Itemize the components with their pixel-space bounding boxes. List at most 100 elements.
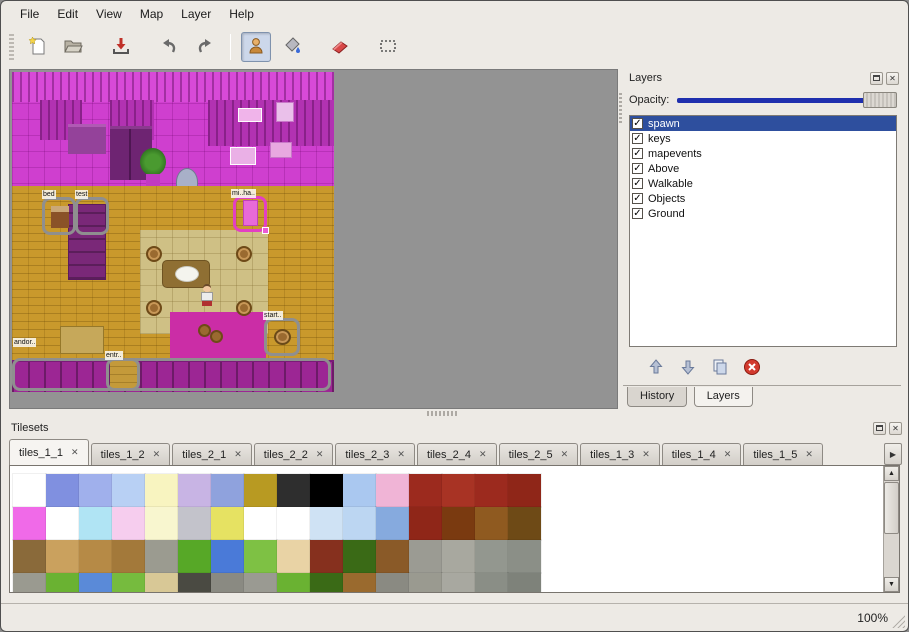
tileset-tile[interactable] [376,507,409,540]
tileset-tile[interactable] [277,474,310,507]
toolbar-grip[interactable] [9,34,14,60]
map-object-andor[interactable] [12,358,331,391]
tileset-tile[interactable] [13,507,46,540]
tab-close-icon[interactable]: ✕ [479,449,487,460]
layer-row-keys[interactable]: ✓keys [630,131,896,146]
tab-close-icon[interactable]: ✕ [153,449,161,460]
layer-visibility-checkbox[interactable]: ✓ [632,133,643,144]
opacity-slider[interactable] [677,92,897,108]
menu-edit[interactable]: Edit [48,4,87,24]
tileset-tile[interactable] [46,507,79,540]
scrollbar-thumb[interactable] [884,482,899,534]
tileset-tile[interactable] [277,573,310,593]
tileset-tile[interactable] [244,540,277,573]
tileset-tile[interactable] [244,474,277,507]
tileset-tile[interactable] [211,540,244,573]
tileset-tile[interactable] [46,474,79,507]
tileset-tile[interactable] [112,573,145,593]
tileset-view[interactable]: ▲ ▼ [9,465,900,593]
tab-close-icon[interactable]: ✕ [642,449,650,460]
scroll-down-button[interactable]: ▼ [884,577,899,592]
tileset-tile[interactable] [475,540,508,573]
tileset-tile[interactable] [508,573,541,593]
fill-tool-button[interactable] [277,32,307,62]
duplicate-layer-button[interactable] [709,357,731,379]
tab-close-icon[interactable]: ✕ [397,449,405,460]
layer-visibility-checkbox[interactable]: ✓ [632,193,643,204]
tileset-tile[interactable] [310,540,343,573]
tileset-tab-tiles_1_3[interactable]: tiles_1_3✕ [580,443,660,465]
tileset-tile[interactable] [79,573,112,593]
tileset-tile[interactable] [244,507,277,540]
tileset-tile[interactable] [409,573,442,593]
float-panel-button[interactable] [873,422,886,435]
layer-row-Objects[interactable]: ✓Objects [630,191,896,206]
tileset-tab-tiles_2_2[interactable]: tiles_2_2✕ [254,443,334,465]
raise-layer-button[interactable] [645,357,667,379]
stamp-tool-button[interactable] [241,32,271,62]
tileset-tile[interactable] [310,474,343,507]
layer-visibility-checkbox[interactable]: ✓ [632,163,643,174]
tileset-tile[interactable] [244,573,277,593]
scroll-up-button[interactable]: ▲ [884,466,899,481]
tileset-tile[interactable] [343,540,376,573]
tileset-tab-tiles_2_1[interactable]: tiles_2_1✕ [172,443,252,465]
tab-close-icon[interactable]: ✕ [561,449,569,460]
tile-grid[interactable] [13,474,541,593]
tab-close-icon[interactable]: ✕ [316,449,324,460]
tileset-tile[interactable] [178,540,211,573]
layers-list[interactable]: ✓spawn✓keys✓mapevents✓Above✓Walkable✓Obj… [629,115,897,347]
tileset-tile[interactable] [409,540,442,573]
new-button[interactable] [22,32,52,62]
tileset-tile[interactable] [343,474,376,507]
tileset-tile[interactable] [79,474,112,507]
tileset-tab-tiles_1_2[interactable]: tiles_1_2✕ [91,443,171,465]
tab-close-icon[interactable]: ✕ [805,449,813,460]
tileset-tile[interactable] [310,573,343,593]
map-object-entr[interactable] [106,358,140,391]
redo-button[interactable] [190,32,220,62]
tileset-tile[interactable] [475,474,508,507]
tileset-tile[interactable] [46,540,79,573]
tileset-tile[interactable] [112,474,145,507]
tab-layers[interactable]: Layers [694,387,753,407]
tileset-tab-tiles_1_5[interactable]: tiles_1_5✕ [743,443,823,465]
layer-row-Above[interactable]: ✓Above [630,161,896,176]
tileset-tile[interactable] [508,474,541,507]
open-button[interactable] [58,32,88,62]
tileset-tile[interactable] [475,573,508,593]
tileset-tile[interactable] [178,507,211,540]
layer-visibility-checkbox[interactable]: ✓ [632,148,643,159]
close-panel-button[interactable]: ✕ [889,422,902,435]
tileset-tile[interactable] [376,540,409,573]
tileset-tile[interactable] [46,573,79,593]
tab-scroll-right-button[interactable]: ▶ [884,443,902,465]
tileset-tile[interactable] [145,540,178,573]
map-object-start[interactable] [264,318,300,356]
tileset-tile[interactable] [442,507,475,540]
tileset-tile[interactable] [310,507,343,540]
tileset-tile[interactable] [343,573,376,593]
tileset-tile[interactable] [112,507,145,540]
select-tool-button[interactable] [373,32,403,62]
delete-layer-button[interactable] [741,357,763,379]
tileset-tab-tiles_2_5[interactable]: tiles_2_5✕ [499,443,579,465]
tileset-tile[interactable] [508,540,541,573]
menu-layer[interactable]: Layer [172,4,220,24]
horizontal-splitter[interactable] [9,409,901,417]
layer-row-mapevents[interactable]: ✓mapevents [630,146,896,161]
tileset-tile[interactable] [376,474,409,507]
tileset-tile[interactable] [277,540,310,573]
tileset-tile[interactable] [13,573,46,593]
layer-row-spawn[interactable]: ✓spawn [630,116,896,131]
tileset-tile[interactable] [409,507,442,540]
tileset-tile[interactable] [178,573,211,593]
tileset-tab-tiles_1_4[interactable]: tiles_1_4✕ [662,443,742,465]
tab-close-icon[interactable]: ✕ [71,447,79,458]
tileset-tile[interactable] [79,540,112,573]
tileset-tile[interactable] [376,573,409,593]
menu-map[interactable]: Map [131,4,172,24]
tileset-tile[interactable] [145,573,178,593]
tileset-tile[interactable] [442,474,475,507]
menu-help[interactable]: Help [220,4,263,24]
